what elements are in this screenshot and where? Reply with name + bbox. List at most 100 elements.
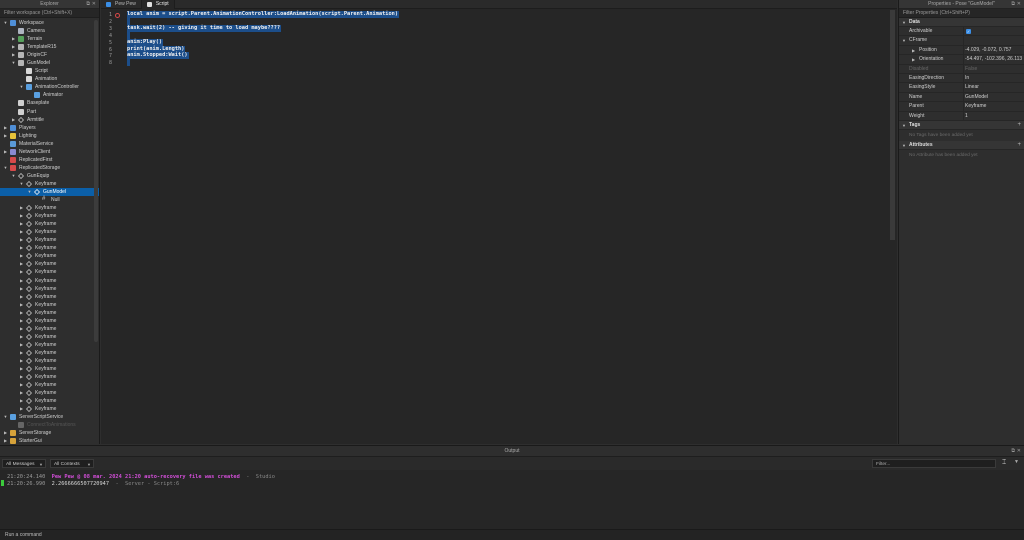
tree-item[interactable]: ▶ Keyframe [0, 309, 99, 317]
property-row-disabled[interactable]: Disabled False [899, 64, 1024, 74]
tree-item[interactable]: ▼ GunEquip [0, 172, 99, 180]
chevron-right-icon[interactable]: ▶ [19, 333, 24, 341]
property-value[interactable]: -4.029, -0.072, 0.757 [965, 46, 1011, 55]
tree-item[interactable]: ▶ ServerStorage [0, 429, 99, 437]
tree-item[interactable]: ▶ Keyframe [0, 293, 99, 301]
tree-item[interactable]: ▶ Keyframe [0, 244, 99, 252]
tab-script[interactable]: Script [141, 0, 175, 9]
property-row-orientation[interactable]: ▶ Orientation -54.497, -102.396, 26.113 [899, 55, 1024, 65]
property-row-name[interactable]: Name GunModel [899, 92, 1024, 103]
close-icon[interactable]: ✕ [1017, 446, 1021, 457]
tree-item[interactable]: ▶ Keyframe [0, 381, 99, 389]
messages-dropdown[interactable]: All Messages ▼ [2, 459, 46, 468]
output-filter-input[interactable]: Filter... [872, 459, 996, 468]
add-attribute-icon[interactable]: + [1017, 141, 1021, 150]
chevron-right-icon[interactable]: ▶ [19, 285, 24, 293]
tree-item[interactable]: ▶ Keyframe [0, 349, 99, 357]
tree-item[interactable]: ▶ Keyframe [0, 277, 99, 285]
more-icon[interactable]: ▼ [1014, 459, 1019, 465]
tree-item[interactable]: ▶ Keyframe [0, 357, 99, 365]
chevron-right-icon[interactable]: ▶ [19, 244, 24, 252]
chevron-right-icon[interactable]: ▶ [19, 268, 24, 276]
property-row-archivable[interactable]: Archivable ✓ [899, 27, 1024, 37]
chevron-right-icon[interactable]: ▶ [19, 365, 24, 373]
chevron-right-icon[interactable]: ▶ [11, 43, 16, 51]
chevron-right-icon[interactable]: ▶ [19, 357, 24, 365]
tree-item[interactable]: MaterialService [0, 140, 99, 148]
tree-item[interactable]: ▶ Keyframe [0, 212, 99, 220]
chevron-right-icon[interactable]: ▶ [19, 389, 24, 397]
tree-item[interactable]: ▶ Keyframe [0, 317, 99, 325]
tree-item[interactable]: ▼ ServerScriptService [0, 413, 99, 421]
tree-item[interactable]: Script [0, 67, 99, 75]
chevron-right-icon[interactable]: ▶ [19, 293, 24, 301]
tree-item[interactable]: ▶ Keyframe [0, 389, 99, 397]
chevron-right-icon[interactable]: ▶ [3, 148, 8, 156]
tree-item[interactable]: ▼ GunModel [0, 187, 99, 197]
tree-item[interactable]: ▶ Keyframe [0, 252, 99, 260]
chevron-right-icon[interactable]: ▶ [3, 124, 8, 132]
chevron-down-icon[interactable]: ▼ [27, 188, 32, 196]
property-value[interactable]: Linear [965, 83, 979, 92]
chevron-down-icon[interactable]: ▼ [19, 83, 24, 91]
chevron-down-icon[interactable]: ▼ [11, 172, 16, 180]
tree-item[interactable]: ▶ Armtitle [0, 116, 99, 124]
tree-item[interactable]: ▼ Workspace [0, 19, 99, 27]
section-data[interactable]: ▼ Data [899, 18, 1024, 27]
chevron-right-icon[interactable]: ▶ [19, 325, 24, 333]
undock-icon[interactable]: ⧉ [1011, 0, 1015, 9]
property-row-easingstyle[interactable]: EasingStyle Linear [899, 83, 1024, 93]
tree-item[interactable]: ▶ Keyframe [0, 365, 99, 373]
tree-item[interactable]: ▶ Keyframe [0, 301, 99, 309]
clear-output-icon[interactable]: ⌶ [1002, 459, 1006, 467]
chevron-right-icon[interactable]: ▶ [11, 35, 16, 43]
chevron-right-icon[interactable]: ▶ [19, 204, 24, 212]
tree-item[interactable]: # Null [0, 196, 99, 204]
tree-item[interactable]: ▶ Lighting [0, 132, 99, 140]
tree-item[interactable]: ▶ NetworkClient [0, 148, 99, 156]
property-value[interactable]: -54.497, -102.396, 26.113 [965, 55, 1022, 64]
chevron-right-icon[interactable]: ▶ [19, 301, 24, 309]
tree-item[interactable]: ▶ Keyframe [0, 268, 99, 276]
chevron-right-icon[interactable]: ▶ [19, 212, 24, 220]
undock-icon[interactable]: ⧉ [1011, 446, 1015, 457]
tree-item[interactable]: ▶ OriginCF [0, 51, 99, 59]
tree-item[interactable]: Camera [0, 27, 99, 35]
tree-item[interactable]: Baseplate [0, 99, 99, 107]
undock-icon[interactable]: ⧉ [86, 0, 90, 9]
property-value[interactable]: False [965, 65, 977, 74]
section-attributes[interactable]: ▼ Attributes + [899, 140, 1024, 150]
chevron-down-icon[interactable]: ▼ [11, 59, 16, 67]
chevron-right-icon[interactable]: ▶ [19, 397, 24, 405]
property-row-weight[interactable]: Weight 1 [899, 111, 1024, 121]
property-row-cframe[interactable]: ▼ CFrame [899, 36, 1024, 46]
tree-item[interactable]: ▼ ReplicatedStorage [0, 164, 99, 172]
chevron-right-icon[interactable]: ▶ [19, 260, 24, 268]
property-value[interactable]: Keyframe [965, 102, 986, 111]
tree-item[interactable]: ▶ Keyframe [0, 204, 99, 212]
tree-item[interactable]: Animation [0, 75, 99, 83]
chevron-right-icon[interactable]: ▶ [3, 132, 8, 140]
tree-item[interactable]: ▶ Terrain [0, 35, 99, 43]
tree-item[interactable]: ▶ Keyframe [0, 341, 99, 349]
tree-item[interactable]: ▶ Keyframe [0, 405, 99, 413]
chevron-down-icon[interactable]: ▼ [902, 36, 906, 45]
chevron-right-icon[interactable]: ▶ [19, 309, 24, 317]
explorer-scrollbar[interactable] [94, 20, 98, 342]
tree-item[interactable]: ConnectToAnimations [0, 421, 99, 429]
chevron-right-icon[interactable]: ▶ [19, 236, 24, 244]
chevron-right-icon[interactable]: ▶ [3, 429, 8, 437]
chevron-right-icon[interactable]: ▶ [912, 46, 915, 55]
chevron-down-icon[interactable]: ▼ [3, 413, 8, 421]
property-value[interactable]: GunModel [965, 93, 988, 102]
property-value[interactable]: 1 [965, 112, 968, 121]
tree-item[interactable]: ▼ GunModel [0, 59, 99, 67]
property-value[interactable]: In [965, 74, 969, 83]
tree-item[interactable]: Part [0, 108, 99, 116]
tree-item[interactable]: ▶ TemplateR15 [0, 43, 99, 51]
tree-item[interactable]: ▶ Keyframe [0, 228, 99, 236]
close-icon[interactable]: ✕ [1017, 0, 1021, 9]
chevron-right-icon[interactable]: ▶ [19, 405, 24, 413]
chevron-right-icon[interactable]: ▶ [19, 341, 24, 349]
property-row-easingdirection[interactable]: EasingDirection In [899, 73, 1024, 84]
